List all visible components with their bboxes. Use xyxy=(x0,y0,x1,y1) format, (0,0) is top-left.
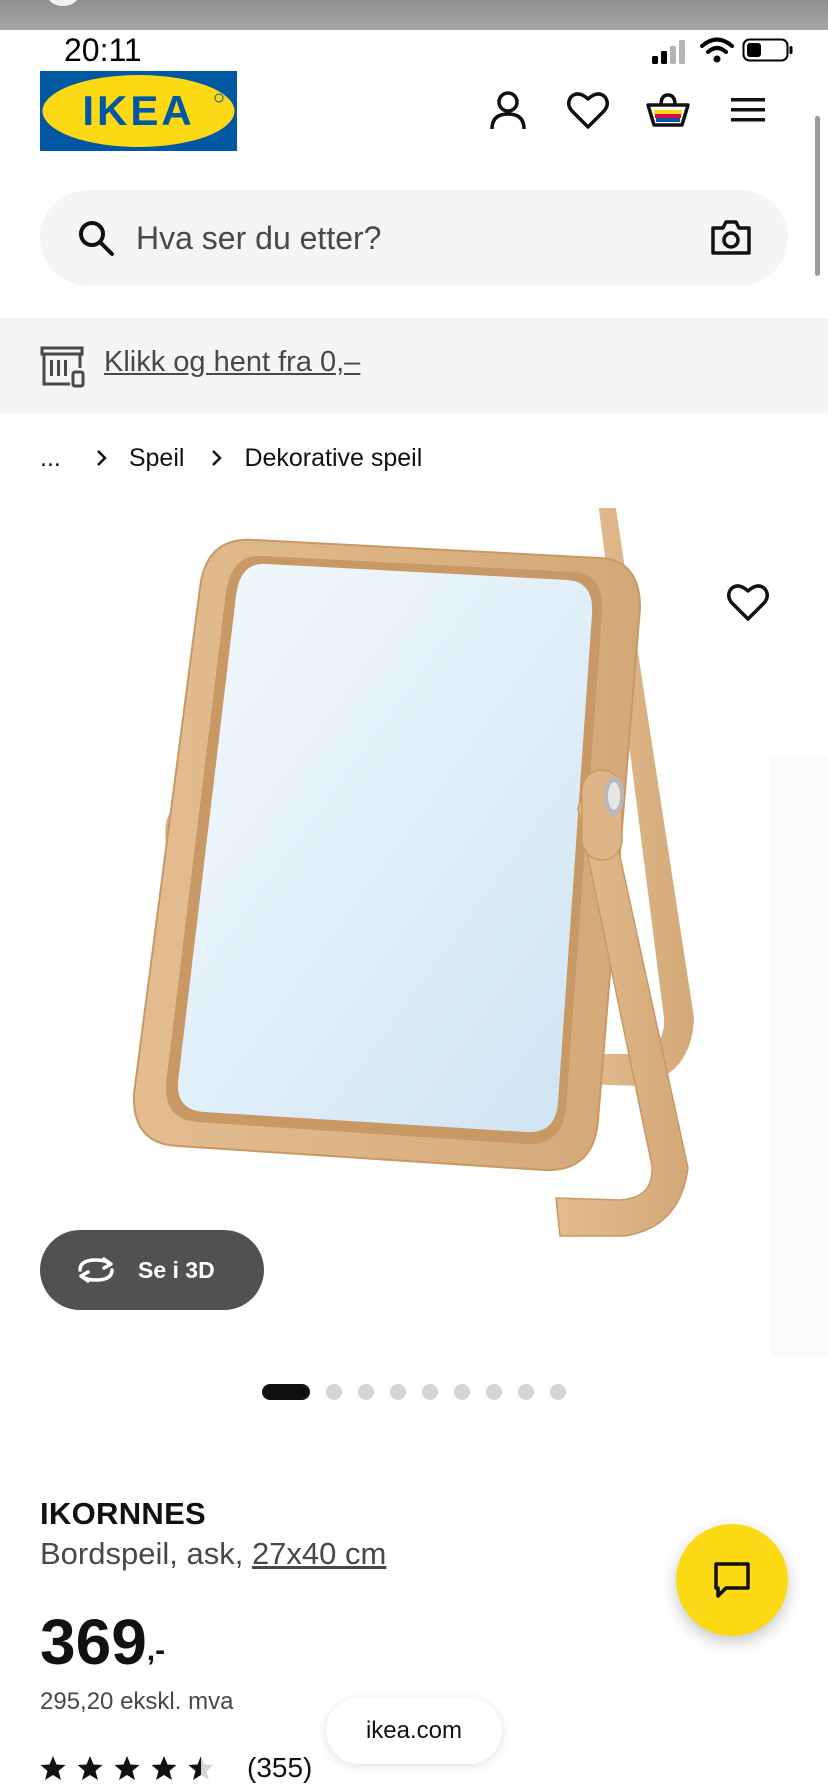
search-icon[interactable] xyxy=(76,218,116,258)
camera-icon[interactable] xyxy=(710,218,752,258)
product-name: IKORNNES xyxy=(40,1496,207,1531)
search-bar[interactable] xyxy=(40,190,788,286)
ikea-logo[interactable]: IKEA xyxy=(40,71,237,151)
product-size-link[interactable]: 27x40 cm xyxy=(252,1536,386,1571)
chat-button[interactable] xyxy=(676,1524,788,1636)
breadcrumb-item-dekorative-speil[interactable]: Dekorative speil xyxy=(244,444,422,473)
cellular-signal-icon xyxy=(652,40,685,64)
carousel-dot[interactable] xyxy=(390,1384,406,1400)
site-header: IKEA xyxy=(0,70,828,160)
breadcrumb-ellipsis[interactable]: ... xyxy=(40,444,61,473)
price-excluding-vat: 295,20 ekskl. mva xyxy=(40,1688,234,1715)
product-description: Bordspeil, ask, 27x40 cm xyxy=(40,1536,386,1572)
chat-bubble-icon xyxy=(714,1562,750,1598)
product-rating[interactable]: (355) xyxy=(40,1752,312,1784)
click-and-collect-link[interactable]: Klikk og hent fra 0,– xyxy=(104,346,360,379)
click-and-collect-banner: Klikk og hent fra 0,– xyxy=(0,318,828,414)
svg-text:IKEA: IKEA xyxy=(82,87,194,134)
battery-icon xyxy=(742,38,793,62)
product-description-text: Bordspeil, ask, xyxy=(40,1536,252,1571)
price-integer: 369 xyxy=(40,1606,147,1678)
chevron-right-icon xyxy=(96,450,107,466)
heart-icon[interactable] xyxy=(566,88,610,132)
product-price: 369 ,- xyxy=(40,1604,165,1680)
wifi-icon xyxy=(700,37,734,63)
page-scrollbar[interactable] xyxy=(815,116,820,276)
carousel-dot[interactable] xyxy=(454,1384,470,1400)
user-icon[interactable] xyxy=(486,88,530,132)
add-to-favourites-heart-icon[interactable] xyxy=(726,580,770,624)
star-filled-icon xyxy=(151,1756,177,1780)
view-in-3d-label: Se i 3D xyxy=(138,1256,215,1283)
rating-count[interactable]: (355) xyxy=(247,1752,312,1784)
star-half-icon xyxy=(188,1756,214,1780)
breadcrumb-item-speil[interactable]: Speil xyxy=(129,444,185,473)
price-suffix: ,- xyxy=(146,1634,166,1667)
carousel-dot[interactable] xyxy=(550,1384,566,1400)
view-in-3d-button[interactable]: Se i 3D xyxy=(40,1230,264,1310)
carousel-dot[interactable] xyxy=(358,1384,374,1400)
star-filled-icon xyxy=(77,1756,103,1780)
search-input[interactable] xyxy=(136,208,656,268)
breadcrumb: ... Speil Dekorative speil xyxy=(40,440,422,476)
star-filled-icon xyxy=(40,1756,66,1780)
image-carousel-indicator xyxy=(262,1384,582,1400)
menu-icon[interactable] xyxy=(726,88,770,132)
carousel-dot-active[interactable] xyxy=(262,1384,310,1400)
top-strip-handle xyxy=(48,0,78,6)
status-time: 20:11 xyxy=(64,32,142,68)
ikea-logo-graphic: IKEA xyxy=(40,71,237,151)
carousel-dot[interactable] xyxy=(422,1384,438,1400)
status-bar: 20:11 xyxy=(0,30,828,70)
carousel-dot[interactable] xyxy=(326,1384,342,1400)
store-pickup-icon xyxy=(40,346,85,388)
browser-domain: ikea.com xyxy=(365,1717,463,1744)
carousel-dot[interactable] xyxy=(518,1384,534,1400)
top-strip xyxy=(0,0,828,30)
carousel-dot[interactable] xyxy=(486,1384,502,1400)
browser-url-pill[interactable]: ikea.com xyxy=(326,1698,502,1764)
chevron-right-icon xyxy=(212,450,223,466)
rotate-3d-icon xyxy=(78,1257,114,1283)
basket-icon[interactable] xyxy=(646,88,690,132)
star-filled-icon xyxy=(114,1756,140,1780)
